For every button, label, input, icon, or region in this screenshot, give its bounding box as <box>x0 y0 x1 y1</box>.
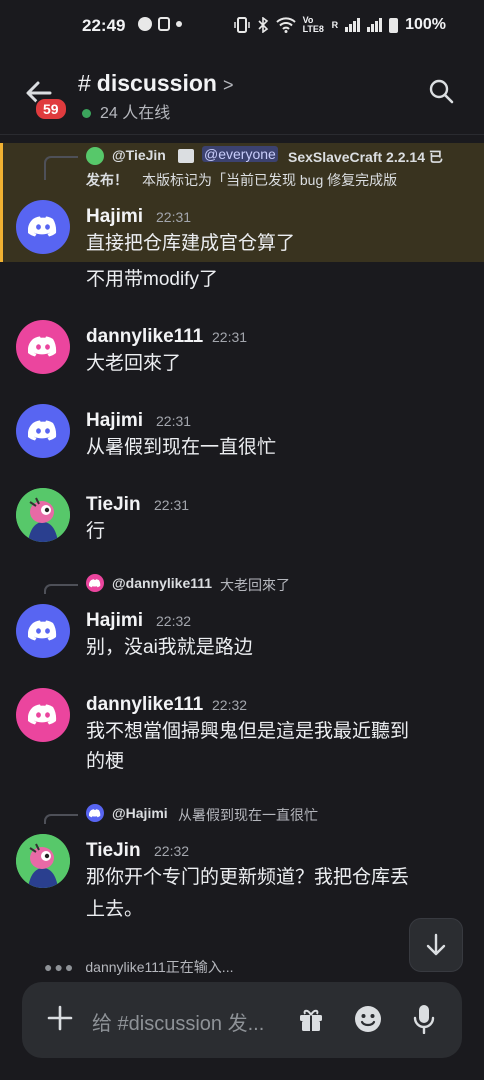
online-text: 24 人在线 <box>100 105 171 122</box>
message-line: 不用带modify了 <box>86 269 218 290</box>
reply-snippet: 大老回來了 <box>220 577 290 593</box>
timestamp: 22:31 <box>212 329 248 345</box>
message-line: 那你开个专门的更新频道？我把仓库丢 <box>86 867 410 888</box>
message-line: 的梗 <box>86 751 125 772</box>
message-line: 上去。 <box>86 899 144 920</box>
chevron-right-icon: > <box>222 75 234 95</box>
author-name[interactable]: Hajimi <box>86 610 143 632</box>
discord-logo-icon <box>28 216 57 237</box>
discord-logo-icon <box>28 704 57 725</box>
reply-connector <box>44 814 78 824</box>
arrow-down-icon <box>426 933 446 956</box>
scroll-to-bottom-button[interactable] <box>409 918 463 972</box>
battery-percent: 100% <box>405 16 446 33</box>
reply-avatar <box>86 574 104 592</box>
timestamp: 22:32 <box>212 697 248 713</box>
reply-preview[interactable]: @dannylike111 大老回來了 <box>44 574 464 594</box>
reply-avatar <box>86 147 104 165</box>
author-name[interactable]: TieJin <box>86 494 141 516</box>
facebook-icon <box>138 17 152 31</box>
discord-logo-icon <box>89 808 101 817</box>
message-line: 从暑假到现在一直很忙 <box>86 437 277 458</box>
search-icon[interactable] <box>428 78 454 104</box>
typing-dots-icon: ●●● <box>44 959 76 975</box>
reply-author: @Hajimi <box>112 805 168 821</box>
online-dot-icon <box>82 109 91 119</box>
author-name[interactable]: dannylike111 <box>86 694 203 716</box>
wifi-icon <box>275 17 296 33</box>
online-count: 24 人在线 <box>82 99 170 123</box>
channel-name: discussion <box>96 70 217 96</box>
typing-text: dannylike111正在输入... <box>85 959 234 975</box>
message-input[interactable]: 给 #discussion 发... <box>92 1007 264 1036</box>
reply-avatar <box>86 804 104 822</box>
reply-preview[interactable]: @TieJin @everyone SexSlaveCraft 2.2.14 已… <box>44 146 464 190</box>
discord-logo-icon <box>28 420 57 441</box>
reply-mention: @everyone <box>202 146 278 162</box>
signal-2-icon <box>367 18 383 32</box>
typing-indicator: ●●● dannylike111正在输入... <box>44 957 233 977</box>
hash-icon: # <box>78 70 91 96</box>
image-icon <box>178 149 194 163</box>
discord-logo-icon <box>28 336 57 357</box>
discord-logo-icon <box>28 620 57 641</box>
channel-title[interactable]: # discussion > <box>78 70 233 97</box>
reply-author: @dannylike111 <box>112 575 213 591</box>
reply-preview[interactable]: @Hajimi 从暑假到现在一直很忙 <box>44 804 464 824</box>
timestamp: 22:32 <box>156 613 192 629</box>
avatar[interactable] <box>16 834 70 888</box>
avatar[interactable] <box>16 320 70 374</box>
avatar[interactable] <box>16 404 70 458</box>
reply-connector <box>44 156 78 180</box>
message-line: 别，没ai我就是路边 <box>86 637 253 658</box>
status-right: Vo LTE8 R 100% <box>233 15 446 34</box>
author-name[interactable]: Hajimi <box>86 410 143 432</box>
avatar[interactable] <box>16 604 70 658</box>
timestamp: 22:31 <box>154 497 190 513</box>
microphone-icon[interactable] <box>412 1004 436 1034</box>
message-composer: 给 #discussion 发... <box>22 982 462 1058</box>
avatar[interactable] <box>16 688 70 742</box>
reply-snippet-3: 本版标记为「当前已发现 bug 修复完成版 <box>142 172 398 188</box>
discord-logo-icon <box>89 578 101 587</box>
plus-icon[interactable] <box>46 1004 74 1032</box>
reply-connector <box>44 584 78 594</box>
message-line: 行 <box>86 521 106 542</box>
reply-author: @TieJin <box>112 147 166 163</box>
gift-icon[interactable] <box>298 1007 324 1033</box>
message-line: 大老回來了 <box>86 353 182 374</box>
bluetooth-icon <box>258 17 268 33</box>
timestamp: 22:31 <box>156 413 192 429</box>
status-bar: 22:49 Vo LTE8 R 100% <box>0 0 484 56</box>
unread-badge: 59 <box>34 97 68 121</box>
channel-header: 59 # discussion > 24 人在线 <box>0 56 484 135</box>
tiejin-avatar-icon <box>16 834 70 888</box>
message-line: 我不想當個掃興鬼但是這是我最近聽到 <box>86 721 410 742</box>
battery-icon <box>389 17 399 33</box>
notification-icons <box>138 17 182 31</box>
app-notification-icon <box>158 17 170 31</box>
roaming-label: R <box>331 20 339 30</box>
emoji-icon[interactable] <box>354 1005 382 1033</box>
reply-snippet-2: 发布！ <box>86 172 128 188</box>
author-name[interactable]: TieJin <box>86 840 141 862</box>
reply-snippet: SexSlaveCraft 2.2.14 已 <box>288 149 443 165</box>
network-label: Vo LTE8 <box>302 15 324 34</box>
avatar[interactable] <box>16 488 70 542</box>
message-line: 直接把仓库建成官仓算了 <box>86 233 296 254</box>
more-dot-icon <box>176 21 182 27</box>
timestamp: 22:31 <box>156 209 192 225</box>
clock: 22:49 <box>82 16 126 35</box>
author-name[interactable]: dannylike111 <box>86 326 203 348</box>
timestamp: 22:32 <box>154 843 190 859</box>
reply-snippet: 从暑假到现在一直很忙 <box>178 807 318 823</box>
avatar[interactable] <box>16 200 70 254</box>
vibrate-icon <box>233 17 250 33</box>
signal-icon <box>345 18 361 32</box>
tiejin-avatar-icon <box>16 488 70 542</box>
author-name[interactable]: Hajimi <box>86 206 143 228</box>
